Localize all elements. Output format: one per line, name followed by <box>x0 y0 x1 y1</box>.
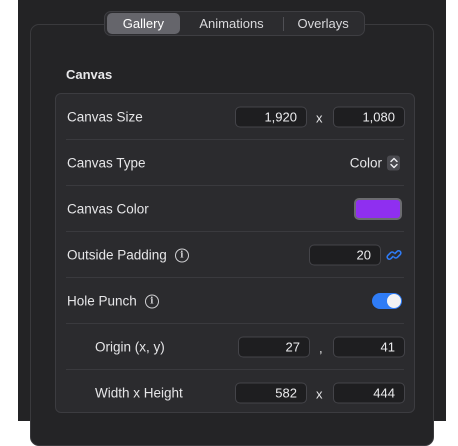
hole-width-field[interactable]: 582 <box>235 382 307 404</box>
dimensions-separator: x <box>316 386 323 402</box>
outside-padding-text: Outside Padding <box>67 247 167 263</box>
hole-punch-text: Hole Punch <box>67 293 137 309</box>
canvas-type-label: Canvas Type <box>67 155 146 171</box>
hole-punch-toggle[interactable] <box>372 293 402 309</box>
tab-overlays[interactable]: Overlays <box>284 13 362 34</box>
dimensions-label: Width x Height <box>95 385 183 401</box>
info-icon[interactable]: i <box>174 248 189 262</box>
canvas-type-select[interactable]: Color <box>349 155 400 171</box>
segmented-tab-control: Gallery Animations Overlays <box>104 11 365 36</box>
info-icon[interactable]: i <box>144 294 159 308</box>
inspector-window: Gallery Animations Overlays Canvas Canva… <box>18 0 446 446</box>
outside-padding-label: Outside Padding i <box>67 248 189 263</box>
hole-height-field[interactable]: 444 <box>333 382 405 404</box>
origin-y-field[interactable]: 41 <box>333 336 405 358</box>
tab-gallery[interactable]: Gallery <box>107 13 180 34</box>
origin-label: Origin (x, y) <box>95 339 165 355</box>
canvas-size-label: Canvas Size <box>67 109 143 125</box>
size-separator: x <box>316 110 323 126</box>
origin-x-field[interactable]: 27 <box>238 336 310 358</box>
canvas-type-value: Color <box>349 155 382 171</box>
outside-padding-field[interactable]: 20 <box>309 244 381 266</box>
toggle-knob <box>387 294 401 308</box>
canvas-color-label: Canvas Color <box>67 201 149 217</box>
hole-punch-row: Hole Punch i <box>56 278 414 324</box>
canvas-settings-group: Canvas Size 1,920 x 1,080 Canvas Type Co… <box>55 93 415 413</box>
canvas-color-well[interactable] <box>354 198 402 220</box>
dimensions-row: Width x Height 582 x 444 <box>56 370 414 416</box>
canvas-color-row: Canvas Color <box>56 186 414 232</box>
chevron-up-down-icon <box>387 155 400 171</box>
canvas-type-row: Canvas Type Color <box>56 140 414 186</box>
tab-animations[interactable]: Animations <box>180 13 284 34</box>
origin-row: Origin (x, y) 27 , 41 <box>56 324 414 370</box>
canvas-height-field[interactable]: 1,080 <box>333 106 405 128</box>
section-title: Canvas <box>66 67 113 82</box>
link-icon[interactable] <box>386 247 402 263</box>
canvas-size-row: Canvas Size 1,920 x 1,080 <box>56 94 414 140</box>
hole-punch-label: Hole Punch i <box>67 294 159 309</box>
canvas-width-field[interactable]: 1,920 <box>235 106 307 128</box>
origin-separator: , <box>319 340 323 356</box>
outside-padding-row: Outside Padding i 20 <box>56 232 414 278</box>
